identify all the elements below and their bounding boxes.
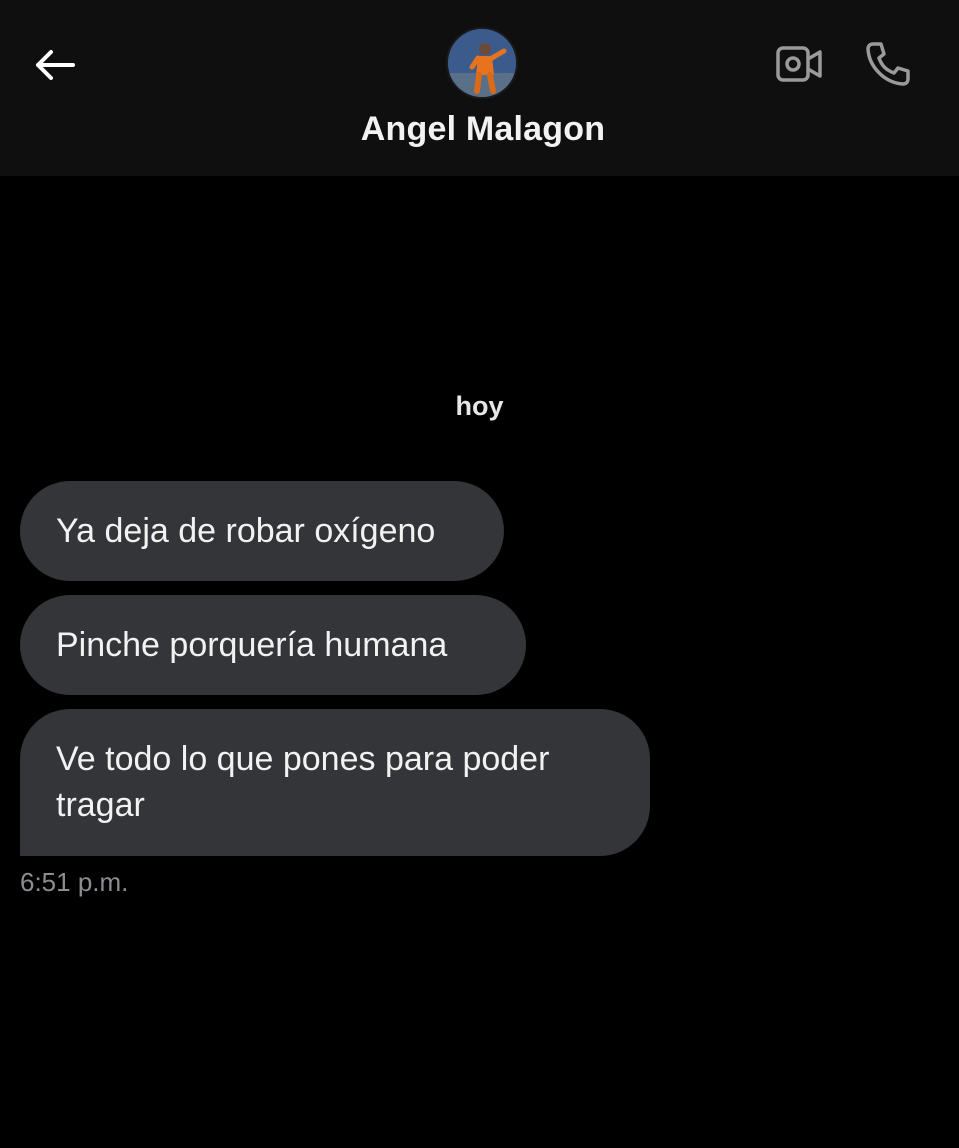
message-text: Ve todo lo que pones para poder tragar: [56, 740, 550, 824]
chat-header: Angel Malagon: [0, 0, 959, 176]
avatar[interactable]: [446, 27, 518, 99]
video-call-button[interactable]: [770, 38, 828, 90]
message-bubble[interactable]: Ya deja de robar oxígeno: [20, 481, 504, 581]
back-button[interactable]: [28, 38, 82, 92]
message-bubble[interactable]: Pinche porquería humana: [20, 595, 526, 695]
message-text: Ya deja de robar oxígeno: [56, 512, 436, 550]
message-bubble[interactable]: Ve todo lo que pones para poder tragar: [20, 709, 650, 856]
avatar-image: [448, 29, 516, 97]
arrow-left-icon: [36, 50, 75, 80]
video-camera-icon: [776, 46, 822, 82]
contact-name[interactable]: Angel Malagon: [0, 110, 959, 149]
message-timestamp: 6:51 p.m.: [20, 867, 129, 897]
voice-call-button[interactable]: [858, 36, 916, 92]
phone-icon: [866, 42, 910, 86]
date-separator: hoy: [455, 391, 504, 421]
message-text: Pinche porquería humana: [56, 626, 448, 664]
